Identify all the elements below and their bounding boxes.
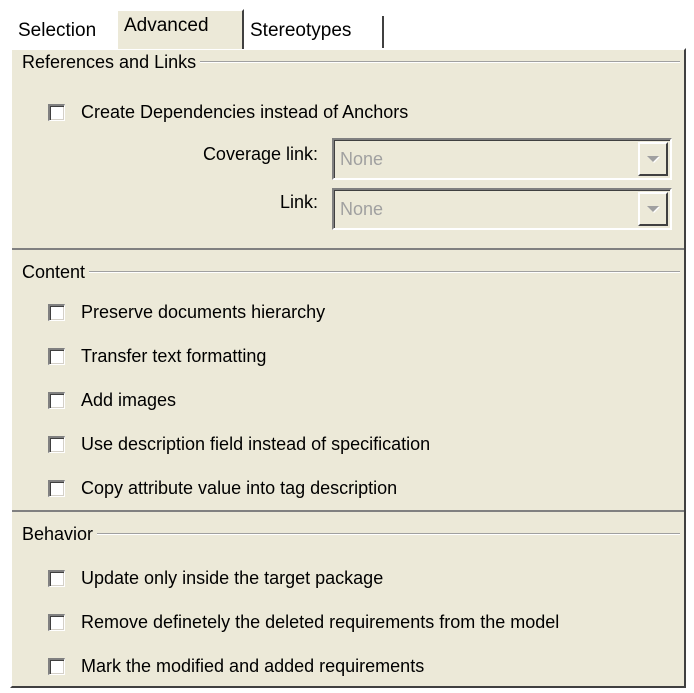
add-images-checkbox[interactable]	[48, 391, 65, 409]
references-group: References and Links Create Dependencies…	[12, 50, 684, 250]
coverage-link-label: Coverage link:	[202, 144, 318, 164]
add-images-option[interactable]: Add images	[48, 388, 176, 412]
create-dependencies-option[interactable]: Create Dependencies instead of Anchors	[48, 100, 408, 124]
behavior-group: Behavior Update only inside the target p…	[12, 522, 684, 686]
checkbox-label: Use description field instead of specifi…	[81, 433, 431, 454]
create-dependencies-checkbox[interactable]	[48, 103, 65, 121]
link-label: Link:	[279, 192, 318, 212]
checkbox-label: Transfer text formatting	[81, 345, 267, 366]
link-dropdown-button[interactable]	[638, 192, 668, 226]
tab-advanced[interactable]: Advanced	[116, 9, 244, 49]
mark-modified-checkbox[interactable]	[48, 657, 65, 675]
content-group: Content Preserve documents hierarchy Tra…	[12, 260, 684, 512]
update-inside-package-checkbox[interactable]	[48, 569, 65, 587]
checkbox-label: Update only inside the target package	[81, 567, 384, 588]
content-legend: Content	[12, 260, 684, 284]
coverage-link-dropdown-button[interactable]	[638, 142, 668, 176]
checkbox-label: Remove definetely the deleted requiremen…	[81, 611, 560, 632]
link-select[interactable]: None	[332, 188, 672, 230]
group-divider	[89, 271, 680, 273]
coverage-link-select[interactable]: None	[332, 138, 672, 180]
checkbox-label: Mark the modified and added requirements	[81, 655, 425, 676]
checkbox-label: Copy attribute value into tag descriptio…	[81, 477, 398, 498]
combo-value: None	[340, 149, 384, 169]
transfer-formatting-option[interactable]: Transfer text formatting	[48, 344, 266, 368]
use-description-option[interactable]: Use description field instead of specifi…	[48, 432, 430, 456]
checkbox-label: Preserve documents hierarchy	[81, 301, 326, 322]
transfer-formatting-checkbox[interactable]	[48, 347, 65, 365]
references-legend: References and Links	[12, 50, 684, 74]
group-title: References and Links	[22, 51, 197, 72]
preserve-hierarchy-checkbox[interactable]	[48, 303, 65, 321]
remove-deleted-checkbox[interactable]	[48, 613, 65, 631]
use-description-checkbox[interactable]	[48, 435, 65, 453]
copy-attribute-option[interactable]: Copy attribute value into tag descriptio…	[48, 476, 397, 500]
remove-deleted-option[interactable]: Remove definetely the deleted requiremen…	[48, 610, 559, 634]
preserve-hierarchy-option[interactable]: Preserve documents hierarchy	[48, 300, 325, 324]
tab-stereotypes[interactable]: Stereotypes	[244, 16, 384, 48]
group-divider	[97, 533, 680, 535]
checkbox-label: Create Dependencies instead of Anchors	[81, 101, 409, 122]
group-divider	[200, 61, 680, 63]
combo-value: None	[340, 199, 384, 219]
group-title: Content	[22, 261, 86, 282]
behavior-legend: Behavior	[12, 522, 684, 546]
chevron-down-icon	[647, 156, 659, 162]
chevron-down-icon	[647, 206, 659, 212]
group-title: Behavior	[22, 523, 94, 544]
update-inside-package-option[interactable]: Update only inside the target package	[48, 566, 383, 590]
checkbox-label: Add images	[81, 389, 177, 410]
mark-modified-option[interactable]: Mark the modified and added requirements	[48, 654, 424, 678]
advanced-panel: References and Links Create Dependencies…	[10, 48, 686, 688]
copy-attribute-checkbox[interactable]	[48, 479, 65, 497]
tab-selection[interactable]: Selection	[12, 16, 116, 48]
tab-bar: Selection Advanced Stereotypes	[10, 8, 686, 49]
